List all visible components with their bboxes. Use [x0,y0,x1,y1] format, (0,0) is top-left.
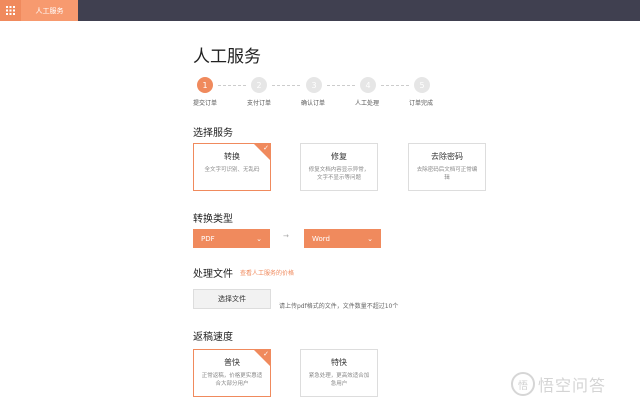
price-link[interactable]: 查看人工服务的价格 [240,268,294,277]
choose-file-button[interactable]: 选择文件 [193,289,271,309]
tab-manual-service[interactable]: 人工服务 [21,0,78,21]
speed-option-title: 特快 [331,358,347,367]
speed-option-desc: 紧急处理，更高效适合加急用户 [308,373,370,387]
service-option-remove-password[interactable]: 去除密码 去除密码后文档可正常编辑 [408,143,486,191]
file-hint: 请上传pdf格式的文件，文件数量不超过10个 [279,303,399,310]
service-option-desc: 修复文档内容显示异常，文字不显示等问题 [308,167,370,181]
chevron-down-icon: ⌄ [256,234,262,243]
menu-button[interactable] [0,0,21,21]
speed-option-desc: 正常返稿，价格更实惠适合大部分用户 [201,373,263,387]
step-2: 2 [251,77,267,93]
service-option-title: 去除密码 [431,152,463,161]
step-2-label: 支付订单 [247,100,272,107]
step-3-label: 确认订单 [301,100,326,107]
step-4-label: 人工处理 [355,100,380,107]
convert-to-select[interactable]: Word ⌄ [304,229,381,248]
step-connector [218,85,246,86]
convert-to-value: Word [312,234,330,243]
step-5-label: 订单完成 [409,100,434,107]
step-connector [272,85,300,86]
speed-option-express[interactable]: 特快 紧急处理，更高效适合加急用户 [300,349,378,397]
check-icon: ✓ [263,144,269,152]
service-option-desc: 全文字可识别、无乱码 [204,167,260,173]
file-section-title: 处理文件 [193,269,233,280]
grid-icon [6,6,15,15]
watermark-text: 悟空问答 [538,376,607,395]
step-5: 5 [414,77,430,93]
step-connector [381,85,409,86]
check-icon: ✓ [263,350,269,358]
watermark-logo: 悟 [511,372,535,396]
convert-from-value: PDF [201,234,215,243]
convert-from-select[interactable]: PDF ⌄ [193,229,270,248]
step-1: 1 [197,77,213,93]
service-option-repair[interactable]: 修复 修复文档内容显示异常，文字不显示等问题 [300,143,378,191]
speed-section-title: 返稿速度 [193,332,233,343]
service-option-convert[interactable]: ✓ 转换 全文字可识别、无乱码 [193,143,271,191]
service-section-title: 选择服务 [193,128,233,139]
page-title: 人工服务 [193,47,261,67]
step-1-label: 提交订单 [193,100,218,107]
speed-option-normal[interactable]: ✓ 普快 正常返稿，价格更实惠适合大部分用户 [193,349,271,397]
watermark: 悟 悟空问答 [511,372,606,396]
top-bar [0,0,640,21]
convert-section-title: 转换类型 [193,214,233,225]
service-option-title: 修复 [331,152,347,161]
step-connector [327,85,355,86]
chevron-down-icon: ⌄ [367,234,373,243]
service-option-desc: 去除密码后文档可正常编辑 [416,167,478,181]
step-4: 4 [360,77,376,93]
convert-arrow: → [283,232,289,240]
step-3: 3 [306,77,322,93]
